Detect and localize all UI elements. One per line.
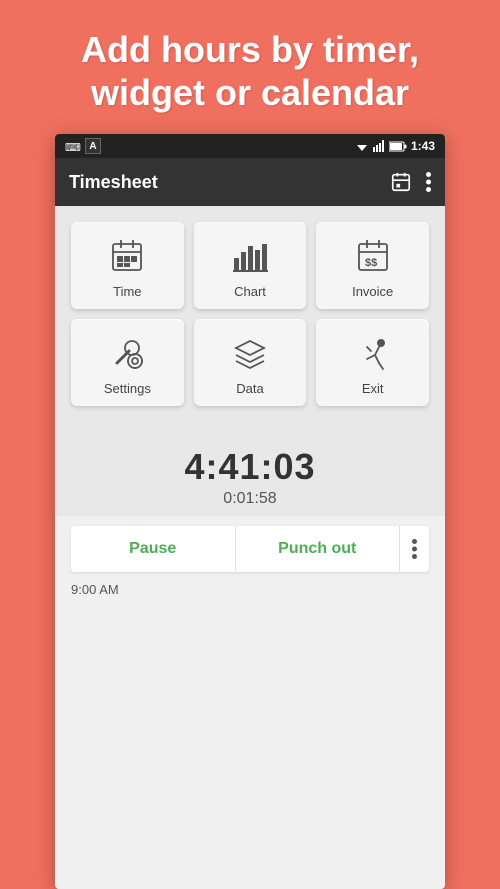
- data-icon: [230, 333, 270, 373]
- time-button[interactable]: Time: [71, 222, 184, 309]
- phone-frame: ⌨ A 1:43 Timesheet: [55, 134, 445, 889]
- settings-label: Settings: [104, 381, 151, 396]
- invoice-label: Invoice: [352, 284, 393, 299]
- status-bar: ⌨ A 1:43: [55, 134, 445, 158]
- time-label: Time: [113, 284, 141, 299]
- header-text: Add hours by timer, widget or calendar: [51, 0, 449, 134]
- svg-text:$$: $$: [365, 257, 377, 269]
- header-line1: Add hours by timer,: [81, 29, 419, 70]
- app-title: Timesheet: [69, 172, 158, 193]
- invoice-icon: $$: [353, 236, 393, 276]
- action-bar: Pause Punch out: [71, 526, 429, 572]
- start-time: 9:00 AM: [71, 582, 119, 597]
- status-time: 1:43: [411, 139, 435, 153]
- chart-button[interactable]: Chart: [194, 222, 307, 309]
- invoice-button[interactable]: $$ Invoice: [316, 222, 429, 309]
- time-icon: [107, 236, 147, 276]
- signal-icon: [373, 140, 385, 152]
- settings-button[interactable]: Settings: [71, 319, 184, 406]
- exit-icon: [353, 333, 393, 373]
- more-icon-btn[interactable]: [426, 172, 431, 192]
- more-vertical-icon: [426, 172, 431, 192]
- main-content: Time Chart: [55, 206, 445, 432]
- status-left: ⌨ A: [65, 138, 101, 154]
- app-bar: Timesheet: [55, 158, 445, 206]
- wifi-icon: [355, 140, 369, 152]
- timer-main: 4:41:03: [55, 446, 445, 488]
- data-label: Data: [236, 381, 263, 396]
- calendar-icon-btn[interactable]: [390, 171, 412, 193]
- exit-label: Exit: [362, 381, 384, 396]
- timer-sub: 0:01:58: [55, 490, 445, 508]
- time-entry: 9:00 AM: [55, 572, 445, 611]
- more-dots-icon: [412, 539, 417, 559]
- chart-label: Chart: [234, 284, 266, 299]
- status-right: 1:43: [355, 139, 435, 153]
- settings-icon: [107, 333, 147, 373]
- exit-button[interactable]: Exit: [316, 319, 429, 406]
- data-button[interactable]: Data: [194, 319, 307, 406]
- a-icon: A: [85, 138, 101, 154]
- action-more-button[interactable]: [399, 526, 429, 572]
- app-bar-icons: [390, 171, 431, 193]
- battery-icon: [389, 141, 407, 152]
- grid-row-1: Time Chart: [71, 222, 429, 309]
- grid-row-2: Settings Data: [71, 319, 429, 406]
- keyboard-icon: ⌨: [65, 141, 81, 151]
- calendar-icon: [390, 171, 412, 193]
- header-line2: widget or calendar: [91, 72, 409, 113]
- pause-button[interactable]: Pause: [71, 526, 236, 572]
- chart-icon: [230, 236, 270, 276]
- timer-section: 4:41:03 0:01:58: [55, 432, 445, 516]
- punchout-button[interactable]: Punch out: [236, 526, 400, 572]
